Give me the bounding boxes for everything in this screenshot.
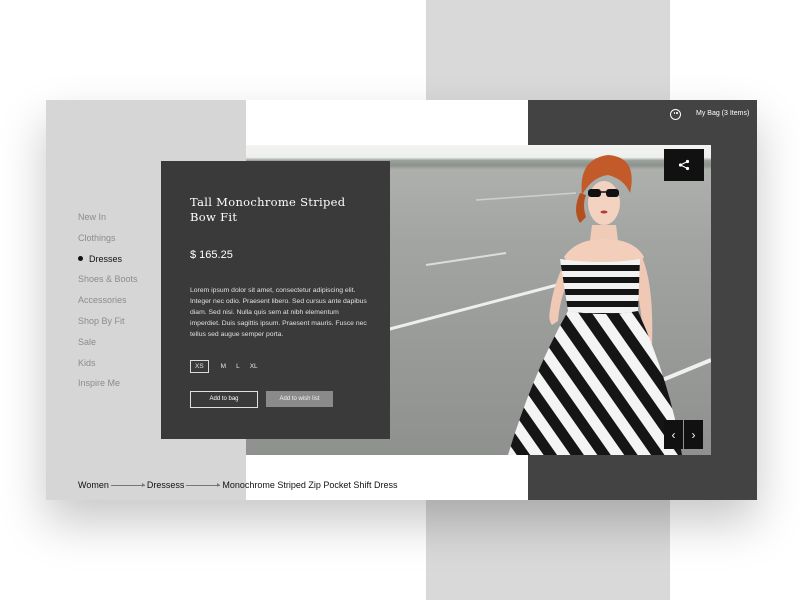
- nav-item-shoes-boots[interactable]: Shoes & Boots: [78, 274, 138, 295]
- road-line: [475, 192, 577, 201]
- road-line: [385, 278, 577, 332]
- nav-item-shop-by-fit[interactable]: Shop By Fit: [78, 316, 138, 337]
- nav-label: Sale: [78, 336, 97, 347]
- size-option-xl[interactable]: XL: [250, 361, 258, 372]
- chevron-right-icon: ›: [691, 427, 696, 442]
- next-image-button[interactable]: ›: [684, 420, 703, 449]
- nav-item-accessories[interactable]: Accessories: [78, 295, 138, 316]
- smiley-icon[interactable]: [670, 109, 681, 120]
- size-option-xs[interactable]: XS: [190, 360, 209, 373]
- product-card: My Bag (3 Items) New In Clothings Dresse…: [46, 100, 757, 500]
- prev-image-button[interactable]: ‹: [664, 420, 683, 449]
- nav-label: Shoes & Boots: [78, 274, 138, 285]
- share-icon: [678, 159, 690, 171]
- road-line: [425, 252, 507, 266]
- product-title: Tall Monochrome Striped Bow Fit: [190, 195, 346, 224]
- nav-label: Kids: [78, 357, 96, 368]
- add-to-wishlist-button[interactable]: Add to wish list: [266, 391, 333, 407]
- size-selector: XS M L XL: [190, 360, 268, 373]
- nav-label: Clothings: [78, 232, 116, 243]
- nav-item-inspire-me[interactable]: Inspire Me: [78, 378, 138, 399]
- breadcrumb-arrow-icon: [186, 482, 221, 487]
- nav-item-clothings[interactable]: Clothings: [78, 233, 138, 254]
- breadcrumb-item-current: Monochrome Striped Zip Pocket Shift Dres…: [222, 480, 398, 490]
- category-nav: New In Clothings Dresses Shoes & Boots A…: [78, 212, 138, 399]
- nav-item-kids[interactable]: Kids: [78, 358, 138, 379]
- nav-item-new-in[interactable]: New In: [78, 212, 138, 233]
- product-info-panel: Tall Monochrome Striped Bow Fit $ 165.25…: [161, 161, 390, 439]
- breadcrumb: Women Dressess Monochrome Striped Zip Po…: [78, 480, 397, 490]
- nav-label: Inspire Me: [78, 378, 121, 389]
- product-description: Lorem ipsum dolor sit amet, consectetur …: [190, 287, 367, 338]
- product-price: $ 165.25: [190, 249, 233, 261]
- add-to-bag-button[interactable]: Add to bag: [190, 391, 258, 408]
- nav-item-sale[interactable]: Sale: [78, 337, 138, 358]
- nav-label: Dresses: [89, 253, 123, 264]
- active-dot-icon: [78, 255, 83, 261]
- share-button[interactable]: [664, 149, 704, 181]
- size-option-l[interactable]: L: [236, 361, 240, 372]
- nav-label: New In: [78, 212, 107, 222]
- nav-item-dresses[interactable]: Dresses: [78, 254, 138, 275]
- chevron-left-icon: ‹: [671, 427, 676, 442]
- nav-label: Accessories: [78, 295, 127, 306]
- breadcrumb-item-dresses[interactable]: Dressess: [147, 480, 185, 490]
- nav-label: Shop By Fit: [78, 315, 125, 326]
- my-bag-link[interactable]: My Bag (3 Items): [696, 110, 749, 117]
- breadcrumb-arrow-icon: [110, 482, 145, 487]
- breadcrumb-item-women[interactable]: Women: [78, 480, 109, 490]
- size-option-m[interactable]: M: [221, 361, 226, 372]
